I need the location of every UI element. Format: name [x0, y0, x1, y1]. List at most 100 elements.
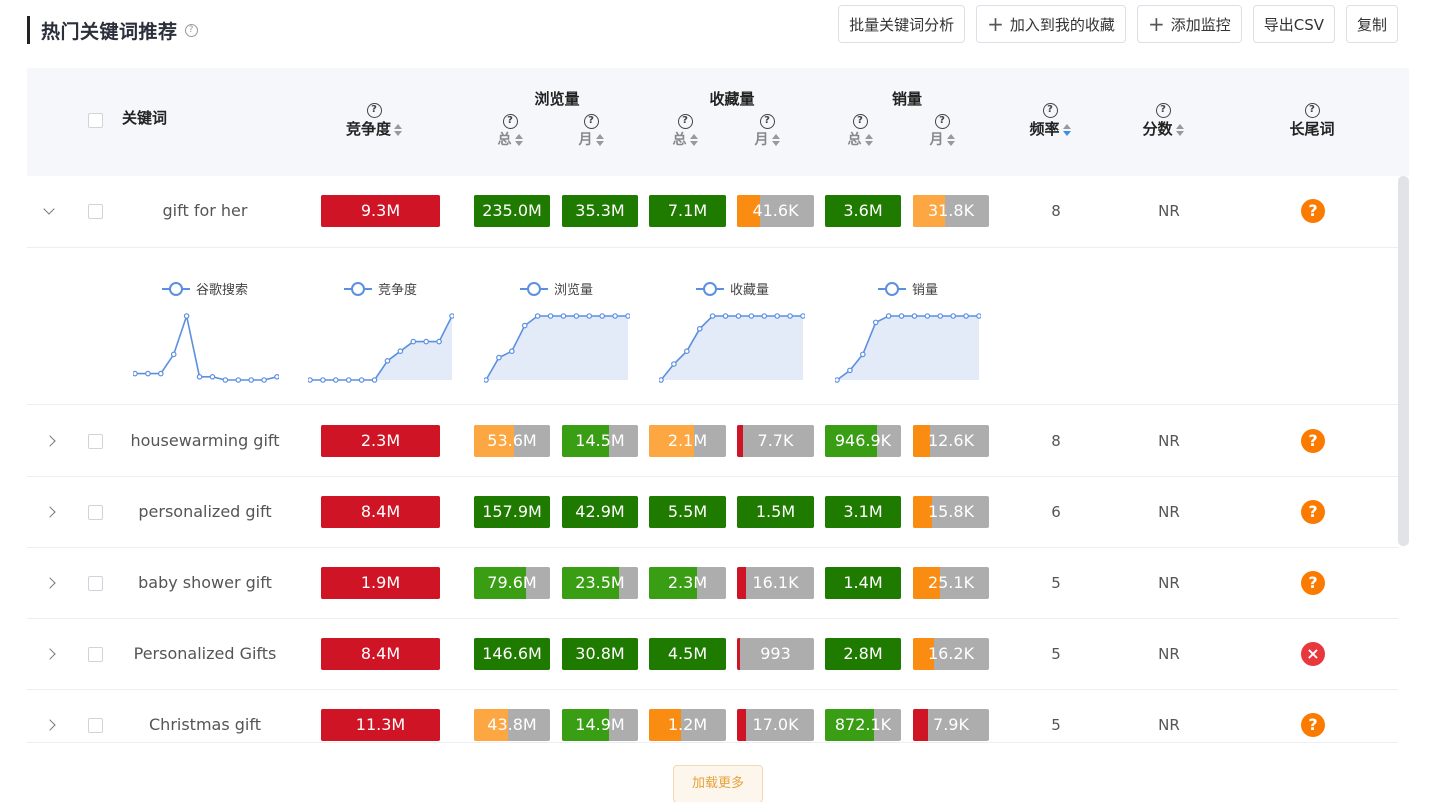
- metric-bar: 7.9K: [913, 709, 989, 741]
- keyword-text[interactable]: baby shower gift: [105, 573, 305, 592]
- help-icon[interactable]: ?: [759, 114, 775, 129]
- metric-value: 1.4M: [843, 573, 883, 592]
- chart-legend[interactable]: 浏览量: [520, 279, 593, 298]
- trend-chart: [308, 313, 454, 383]
- column-sales-month[interactable]: ? 月: [927, 109, 957, 149]
- sort-icon[interactable]: [689, 133, 698, 146]
- sort-icon[interactable]: [864, 133, 873, 146]
- trend-point: [924, 313, 931, 319]
- table-row[interactable]: personalized gift 8.4M 157.9M 42.9M 5.5M 1.5M…: [27, 477, 1398, 548]
- trend-point: [659, 377, 664, 383]
- chart-legend[interactable]: 谷歌搜索: [162, 279, 248, 298]
- toolbar-button-0[interactable]: 批量关键词分析: [838, 5, 966, 43]
- help-icon[interactable]: ?: [184, 23, 198, 37]
- help-icon[interactable]: ?: [1155, 103, 1171, 118]
- scrollbar-thumb[interactable]: [1398, 176, 1409, 546]
- help-icon[interactable]: ?: [677, 114, 693, 129]
- toolbar-button-2[interactable]: + 添加监控: [1136, 5, 1242, 43]
- trend-point: [696, 325, 703, 332]
- help-icon[interactable]: ?: [1304, 103, 1320, 118]
- sort-icon[interactable]: [595, 133, 604, 146]
- chevron-right-icon[interactable]: [44, 506, 56, 518]
- metric-value: 14.5M: [575, 431, 625, 450]
- sort-icon[interactable]: [1175, 123, 1184, 136]
- metric-bar: 16.2K: [913, 638, 989, 670]
- column-sales-total[interactable]: ? 总: [845, 109, 875, 149]
- column-views-total[interactable]: ? 总: [495, 109, 525, 149]
- trend-point: [547, 313, 554, 319]
- chevron-right-icon[interactable]: [44, 577, 56, 589]
- longtail-no-icon[interactable]: ×: [1301, 642, 1325, 666]
- metric-value: 35.3M: [575, 201, 625, 220]
- chevron-down-icon[interactable]: [43, 203, 55, 215]
- toolbar-button-4[interactable]: 复制: [1345, 5, 1398, 43]
- select-all-checkbox[interactable]: [88, 113, 103, 128]
- help-icon[interactable]: ?: [502, 114, 518, 129]
- help-icon[interactable]: ?: [583, 114, 599, 129]
- sort-icon[interactable]: [771, 133, 780, 146]
- trend-point: [885, 313, 892, 319]
- help-icon[interactable]: ?: [366, 103, 382, 118]
- keyword-text[interactable]: Personalized Gifts: [105, 644, 305, 663]
- row-checkbox[interactable]: [88, 434, 103, 449]
- score-value: NR: [1158, 202, 1180, 220]
- sort-icon[interactable]: [394, 123, 402, 136]
- column-total-label: 总: [672, 132, 687, 148]
- row-checkbox[interactable]: [88, 647, 103, 662]
- keyword-text[interactable]: personalized gift: [105, 502, 305, 521]
- trend-point: [158, 370, 164, 377]
- column-favorites-month[interactable]: ? 月: [752, 109, 782, 149]
- help-icon[interactable]: ?: [1042, 103, 1058, 118]
- legend-marker-icon: [878, 281, 906, 296]
- keyword-text[interactable]: housewarming gift: [105, 431, 305, 450]
- metric-bar: 14.5M: [562, 425, 638, 457]
- trend-point: [145, 370, 151, 377]
- metric-value: 14.9M: [575, 715, 625, 734]
- help-icon[interactable]: ?: [852, 114, 868, 129]
- help-icon[interactable]: ?: [934, 114, 950, 129]
- longtail-question-icon[interactable]: ?: [1301, 429, 1325, 453]
- column-month-label: 月: [578, 132, 593, 148]
- table-row[interactable]: Personalized Gifts 8.4M 146.6M 30.8M 4.5M 993…: [27, 619, 1398, 690]
- column-frequency[interactable]: ? 频率: [1025, 98, 1075, 139]
- longtail-question-icon[interactable]: ?: [1301, 199, 1325, 223]
- column-score[interactable]: ? 分数: [1138, 98, 1188, 139]
- sort-icon[interactable]: [946, 133, 955, 146]
- trend-point: [410, 338, 417, 345]
- keyword-text[interactable]: Christmas gift: [105, 715, 305, 734]
- column-favorites-total[interactable]: ? 总: [670, 109, 700, 149]
- row-checkbox[interactable]: [88, 204, 103, 219]
- chevron-right-icon[interactable]: [44, 435, 56, 447]
- longtail-question-icon[interactable]: ?: [1301, 571, 1325, 595]
- row-checkbox[interactable]: [88, 505, 103, 520]
- row-checkbox[interactable]: [88, 576, 103, 591]
- column-score-label: 分数: [1142, 120, 1173, 138]
- sort-icon[interactable]: [1062, 123, 1071, 136]
- metric-value: 16.2K: [927, 644, 975, 663]
- longtail-question-icon[interactable]: ?: [1301, 500, 1325, 524]
- toolbar-button-3[interactable]: 导出CSV: [1252, 5, 1335, 43]
- chart-legend[interactable]: 竞争度: [344, 279, 417, 298]
- column-month-label: 月: [754, 132, 769, 148]
- chevron-right-icon[interactable]: [44, 719, 56, 731]
- row-checkbox[interactable]: [88, 718, 103, 733]
- metric-value: 7.1M: [667, 201, 708, 220]
- table-row[interactable]: baby shower gift 1.9M 79.6M 23.5M 2.3M 16.1K 1…: [27, 548, 1398, 619]
- load-more-button[interactable]: 加载更多: [673, 765, 763, 802]
- column-competition[interactable]: ? 竞争度: [341, 98, 407, 139]
- table-row[interactable]: housewarming gift 2.3M 53.6M 14.5M 2.1M 7.7K 9…: [27, 405, 1398, 477]
- keyword-text[interactable]: gift for her: [105, 201, 305, 220]
- chart-legend[interactable]: 收藏量: [696, 279, 769, 298]
- trend-point: [735, 313, 742, 319]
- metric-bar: 53.6M: [474, 425, 550, 457]
- table-row[interactable]: Christmas gift 11.3M 43.8M 14.9M 1.2M 17.0K 87…: [27, 690, 1398, 743]
- trend-point: [709, 313, 716, 319]
- trend-point: [209, 374, 216, 380]
- chevron-right-icon[interactable]: [44, 648, 56, 660]
- chart-legend[interactable]: 销量: [878, 279, 938, 298]
- toolbar-button-1[interactable]: + 加入到我的收藏: [976, 5, 1126, 43]
- column-views-month[interactable]: ? 月: [576, 109, 606, 149]
- longtail-question-icon[interactable]: ?: [1301, 713, 1325, 737]
- trend-point: [509, 348, 515, 355]
- sort-icon[interactable]: [514, 133, 523, 146]
